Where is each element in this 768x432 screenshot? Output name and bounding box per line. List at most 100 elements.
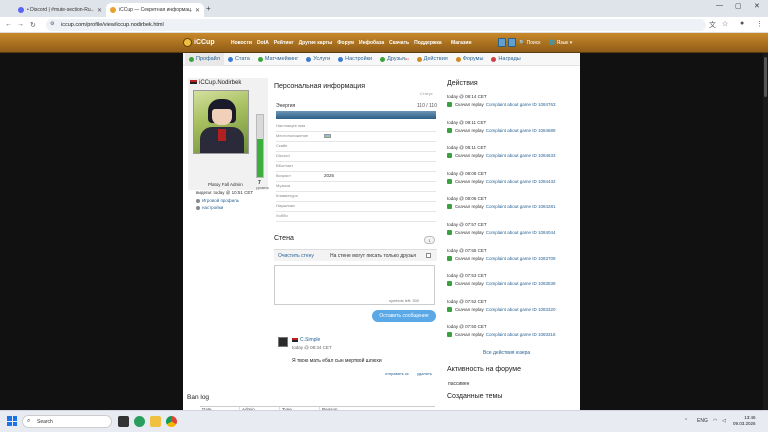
site-info-icon[interactable]: ⚙ — [50, 21, 54, 27]
search-link[interactable]: 🔍 Поиск — [519, 40, 540, 46]
subnav-tab[interactable]: Стата — [224, 53, 254, 66]
minimize-icon[interactable]: — — [716, 2, 723, 9]
wifi-icon[interactable]: ◠ — [713, 418, 717, 424]
bookmark-star-icon[interactable]: ☆ — [722, 20, 728, 28]
menu-item[interactable]: Скачать — [389, 40, 409, 46]
reload-icon[interactable]: ↻ — [30, 21, 36, 29]
energy-value: 110 / 110 — [416, 103, 437, 109]
game-profile-link[interactable]: Игровой профиль — [196, 198, 239, 203]
subnav-tab-icon — [227, 56, 233, 62]
subnav-tab-label: Стата — [234, 56, 250, 62]
action-game-link[interactable]: Complaint about game ID 1083709 — [486, 256, 556, 261]
action-detail: Скачал replay Complaint about game ID 108… — [447, 102, 574, 107]
task-view-icon[interactable] — [118, 416, 129, 427]
subnav-tab[interactable]: Услуги — [302, 53, 334, 66]
status-label: Статус — [420, 91, 433, 96]
action-game-link[interactable]: Complaint about game ID 1084763 — [486, 102, 556, 107]
tab-iccup[interactable]: iCCup — Секретная информац... ✕ — [106, 3, 204, 17]
menu-item[interactable]: DotA — [257, 40, 269, 46]
actions-panel: Действия today @ 08:14 CET Скачал replay C… — [447, 80, 574, 400]
language-selector[interactable]: 🌐 Язык ▾ — [549, 40, 572, 46]
menu-item[interactable]: Другие карты — [299, 40, 333, 46]
download-icon — [447, 281, 452, 287]
symbols-left: symbols left: 300 — [389, 298, 420, 303]
action-time: today @ 07:52 CET — [447, 298, 487, 304]
subnav-tab-icon — [380, 56, 386, 62]
download-icon — [447, 102, 452, 107]
menu-item[interactable]: Форум — [337, 40, 354, 46]
profile-icon[interactable]: ● — [740, 20, 744, 27]
all-actions-link[interactable]: Все действия юзера — [483, 350, 530, 356]
translate-icon[interactable]: 文 — [709, 20, 716, 30]
info-field-label: ВКонтакт — [276, 163, 294, 168]
maximize-icon[interactable]: ▢ — [735, 2, 742, 10]
subnav-tab[interactable]: Матчмейкинг — [254, 53, 302, 66]
only-friends-checkbox[interactable] — [426, 253, 431, 258]
wall-page: 1 — [428, 238, 431, 243]
back-icon[interactable]: ← — [5, 21, 12, 28]
user-icon[interactable] — [498, 38, 506, 47]
action-game-link[interactable]: Complaint about game ID 1084633 — [486, 153, 556, 158]
info-field-label: Скайп — [276, 143, 288, 148]
info-field-label: Местоположение — [276, 133, 309, 138]
url-input[interactable]: iccup.com/profile/view/iccup.nodirbek.ht… — [46, 19, 706, 31]
send-message-button[interactable]: Оставить сообщение — [372, 310, 436, 322]
close-tab-icon[interactable]: ✕ — [97, 7, 102, 14]
comment-reply-link[interactable]: отправить кс — [385, 371, 409, 376]
menu-shop[interactable]: Магазин — [451, 40, 472, 46]
info-field-row: Музыка — [276, 182, 436, 192]
file-explorer-icon[interactable] — [150, 416, 161, 427]
taskbar-search-label: Search — [37, 419, 53, 425]
input-language[interactable]: ENG — [697, 418, 708, 424]
action-game-link[interactable]: Complaint about game ID 1083316 — [486, 332, 556, 337]
search-label: Поиск — [526, 40, 541, 46]
subnav-tab[interactable]: Друзья (1) — [376, 53, 413, 66]
action-item: today @ 08:14 CET Скачал replay Complaint … — [447, 94, 574, 107]
action-detail: Скачал replay Complaint about game ID 108… — [447, 127, 574, 133]
action-game-link[interactable]: Complaint about game ID 1084281 — [486, 204, 556, 209]
subnav-tab-label: Профайл — [196, 56, 220, 62]
tab-discord[interactable]: • Discord | #mute-section-Ru... ✕ — [14, 3, 106, 17]
subnav-tab[interactable]: Награды — [487, 53, 524, 66]
wall-pager[interactable]: 1 — [424, 236, 435, 244]
site-logo[interactable]: iCCup — [183, 38, 215, 47]
more-menu-icon[interactable]: ⋮ — [756, 20, 763, 28]
download-icon — [447, 178, 452, 184]
volume-icon[interactable]: ◁ — [722, 418, 726, 424]
commenter-avatar[interactable] — [278, 337, 288, 347]
action-game-link[interactable]: Complaint about game ID 1083539 — [486, 281, 556, 286]
scrollbar-thumb[interactable] — [764, 57, 767, 97]
subnav-tab[interactable]: Форумы — [452, 53, 488, 66]
chrome-icon[interactable] — [166, 416, 177, 427]
action-game-link[interactable]: Complaint about game ID 1084689 — [486, 128, 556, 133]
menu-item[interactable]: Поддержка — [414, 40, 442, 46]
comment-delete-link[interactable]: удалить — [417, 371, 432, 376]
page-scrollbar[interactable] — [763, 53, 768, 410]
tray-chevron-icon[interactable]: ⌃ — [684, 418, 688, 424]
action-detail: Скачал replay Complaint about game ID 108… — [447, 153, 574, 159]
clear-wall-link[interactable]: Очистить стену — [278, 253, 314, 259]
settings-link[interactable]: настройки — [196, 205, 223, 210]
subnav-tab[interactable]: Настройки — [334, 53, 376, 66]
close-tab-icon[interactable]: ✕ — [195, 7, 200, 14]
system-clock[interactable]: 13:46 09.03.2026 — [733, 415, 756, 427]
subnav-tab-label: Друзья — [387, 56, 405, 62]
close-window-icon[interactable]: ✕ — [754, 2, 760, 10]
subnav-tab[interactable]: Профайл — [185, 52, 224, 66]
commenter-name[interactable]: C.Simple — [292, 337, 320, 343]
action-game-link[interactable]: Complaint about game ID 1084044 — [486, 230, 556, 235]
new-tab-icon[interactable]: + — [206, 4, 211, 13]
energy-label: Энергия — [276, 103, 296, 109]
action-item: today @ 08:11 CET Скачал replay Complaint … — [447, 120, 574, 133]
action-game-link[interactable]: Complaint about game ID 1084432 — [486, 179, 556, 184]
menu-item[interactable]: Инфобаза — [359, 40, 384, 46]
taskbar-search[interactable]: Search — [22, 415, 112, 428]
edge-icon[interactable] — [134, 416, 145, 427]
action-game-link[interactable]: Complaint about game ID 1083320 — [486, 307, 556, 312]
subnav-tab[interactable]: Действия — [413, 53, 452, 66]
friends-icon[interactable] — [508, 38, 516, 47]
windows-start-icon[interactable] — [7, 416, 17, 426]
forward-icon[interactable]: → — [17, 21, 24, 28]
menu-item[interactable]: Рейтинг — [274, 40, 294, 46]
menu-item[interactable]: Новости — [231, 40, 252, 46]
